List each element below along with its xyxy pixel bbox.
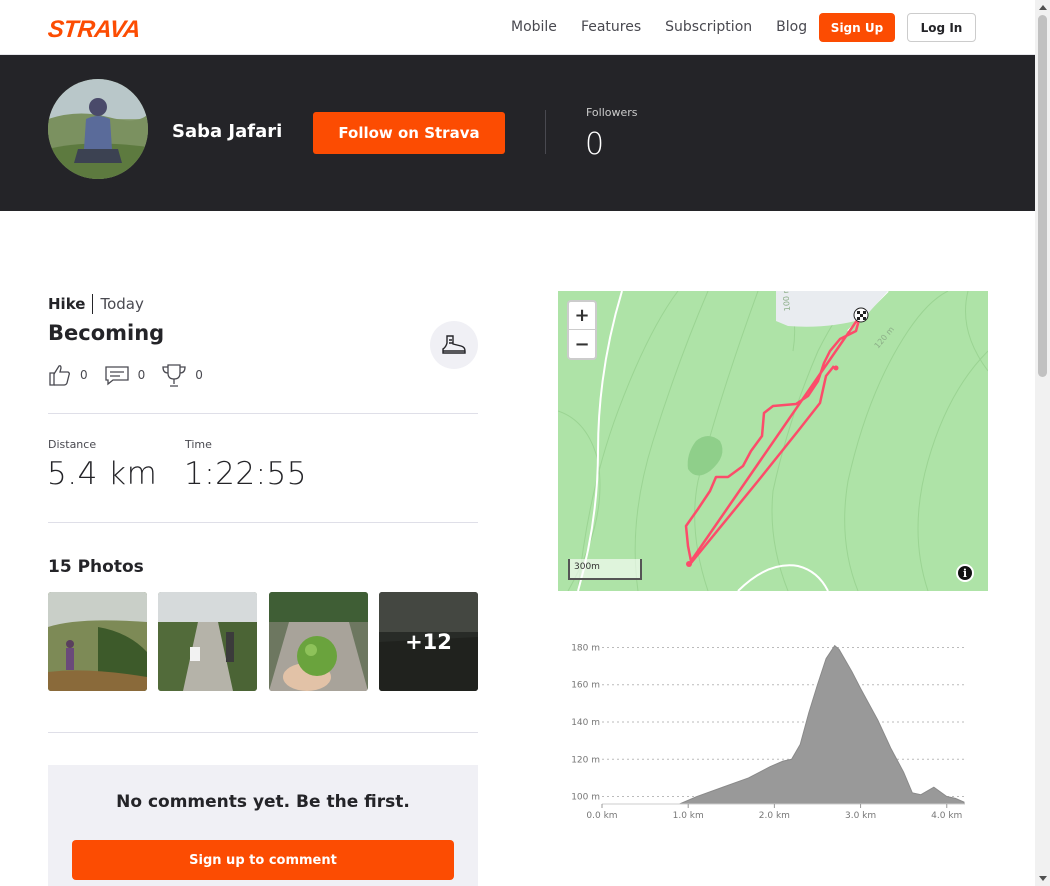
athlete-name[interactable]: Saba Jafari	[172, 121, 282, 142]
y-tick-label: 100 m	[571, 793, 600, 803]
vertical-scrollbar[interactable]	[1035, 0, 1050, 886]
divider	[545, 110, 546, 154]
time-value: 1:22:55	[184, 456, 308, 492]
divider	[48, 413, 478, 414]
trophy-icon	[162, 364, 186, 387]
social-stats: 0 0 0	[48, 362, 219, 388]
scrollbar-thumb[interactable]	[1038, 15, 1047, 377]
divider	[48, 732, 478, 733]
achievement-count[interactable]: 0	[161, 362, 203, 388]
y-tick-label: 160 m	[571, 681, 600, 691]
activity-meta: Hike Today	[48, 294, 144, 314]
follow-button[interactable]: Follow on Strava	[313, 112, 505, 154]
no-comments-message: No comments yet. Be the first.	[116, 792, 410, 812]
x-tick-label: 1.0 km	[673, 811, 704, 821]
time-label: Time	[185, 438, 212, 451]
strava-logo[interactable]: STRAVA	[47, 16, 142, 44]
photo-thumbnail[interactable]	[269, 592, 368, 691]
nav-link-blog[interactable]: Blog	[776, 19, 807, 35]
athlete-header: Saba Jafari Follow on Strava Followers 0	[0, 55, 1035, 211]
zoom-out-button[interactable]: −	[569, 330, 595, 358]
x-tick-label: 0.0 km	[586, 811, 617, 821]
avatar[interactable]	[48, 79, 148, 179]
scroll-down-arrow-icon[interactable]	[1039, 876, 1047, 881]
kudos-count[interactable]: 0	[48, 363, 88, 387]
distance-label: Distance	[48, 438, 97, 451]
photo-thumbnail[interactable]	[48, 592, 147, 691]
info-icon[interactable]: i	[956, 564, 974, 582]
nav-links: Mobile Features Subscription Blog	[511, 19, 831, 35]
contour-label: 120 m	[873, 325, 896, 351]
elevation-chart: 100 m 120 m 140 m 160 m 180 m 0.0 km 1.0 km 2.0…	[571, 643, 965, 821]
zoom-controls: + −	[567, 300, 597, 360]
photo-thumbnail-more[interactable]: +12	[379, 592, 478, 691]
zoom-in-button[interactable]: +	[569, 302, 595, 330]
distance-value: 5.4 km	[47, 456, 158, 492]
comments-section: No comments yet. Be the first. Sign up t…	[48, 765, 478, 886]
divider	[48, 522, 478, 523]
activity-title: Becoming	[48, 321, 165, 345]
activity-date: Today	[100, 295, 144, 313]
log-in-button[interactable]: Log In	[907, 13, 976, 42]
y-tick-label: 140 m	[571, 718, 600, 728]
hike-boot-icon	[430, 321, 478, 369]
nav-link-mobile[interactable]: Mobile	[511, 19, 557, 35]
sign-up-to-comment-button[interactable]: Sign up to comment	[72, 840, 454, 880]
nav-link-features[interactable]: Features	[581, 19, 641, 35]
thumbs-up-icon	[49, 365, 70, 386]
top-navigation: STRAVA Mobile Features Subscription Blog…	[0, 0, 1035, 55]
elevation-area	[602, 644, 965, 805]
comment-icon	[104, 366, 129, 386]
y-tick-label: 180 m	[571, 643, 600, 653]
x-tick-label: 2.0 km	[759, 811, 790, 821]
sign-up-button[interactable]: Sign Up	[819, 13, 895, 42]
map-scale: 300m	[568, 559, 642, 580]
y-tick-label: 120 m	[571, 755, 600, 765]
divider	[92, 294, 94, 314]
followers-label: Followers	[586, 106, 638, 119]
x-tick-label: 4.0 km	[931, 811, 962, 821]
kudos-value: 0	[80, 368, 88, 382]
comments-value: 0	[137, 368, 146, 382]
contour-label: 100 m	[781, 291, 792, 312]
x-tick-label: 3.0 km	[845, 811, 876, 821]
comment-count[interactable]: 0	[104, 363, 146, 387]
followers-count: 0	[585, 127, 605, 162]
more-photos-label: +12	[379, 592, 478, 691]
nav-link-subscription[interactable]: Subscription	[665, 19, 752, 35]
photo-thumbnail[interactable]	[158, 592, 257, 691]
photos-title: 15 Photos	[48, 557, 144, 577]
route-map[interactable]: 100 m 120 m + − 300m i	[558, 291, 988, 591]
scroll-up-arrow-icon[interactable]	[1039, 5, 1047, 10]
activity-type: Hike	[48, 295, 86, 313]
achievements-value: 0	[195, 368, 203, 382]
